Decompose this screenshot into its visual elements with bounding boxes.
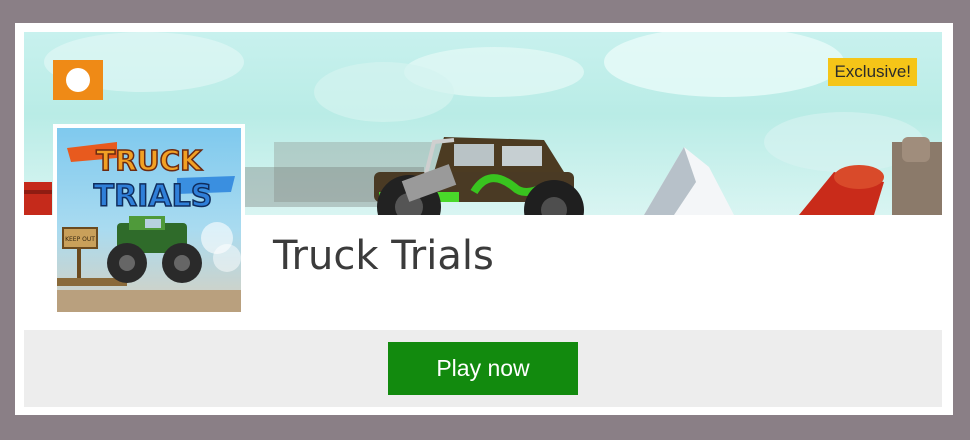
game-card: Exclusive! TRUCK TRIALS KEEP OUT Truck T… bbox=[24, 32, 942, 407]
exclusive-badge: Exclusive! bbox=[828, 58, 917, 86]
cover-logo-line1: TRUCK bbox=[96, 144, 203, 177]
back-button[interactable] bbox=[53, 60, 103, 100]
game-cover: TRUCK TRIALS KEEP OUT bbox=[53, 124, 245, 316]
chevron-left-icon bbox=[54, 60, 90, 92]
cover-sign-text: KEEP OUT bbox=[65, 236, 95, 243]
action-bar: Play now bbox=[24, 330, 942, 407]
cover-logo-line2: TRIALS bbox=[94, 179, 213, 214]
play-now-button[interactable]: Play now bbox=[388, 342, 578, 395]
game-title: Truck Trials bbox=[273, 233, 494, 279]
game-card-frame: Exclusive! TRUCK TRIALS KEEP OUT Truck T… bbox=[15, 23, 953, 415]
game-cover-image: TRUCK TRIALS KEEP OUT bbox=[57, 128, 241, 312]
